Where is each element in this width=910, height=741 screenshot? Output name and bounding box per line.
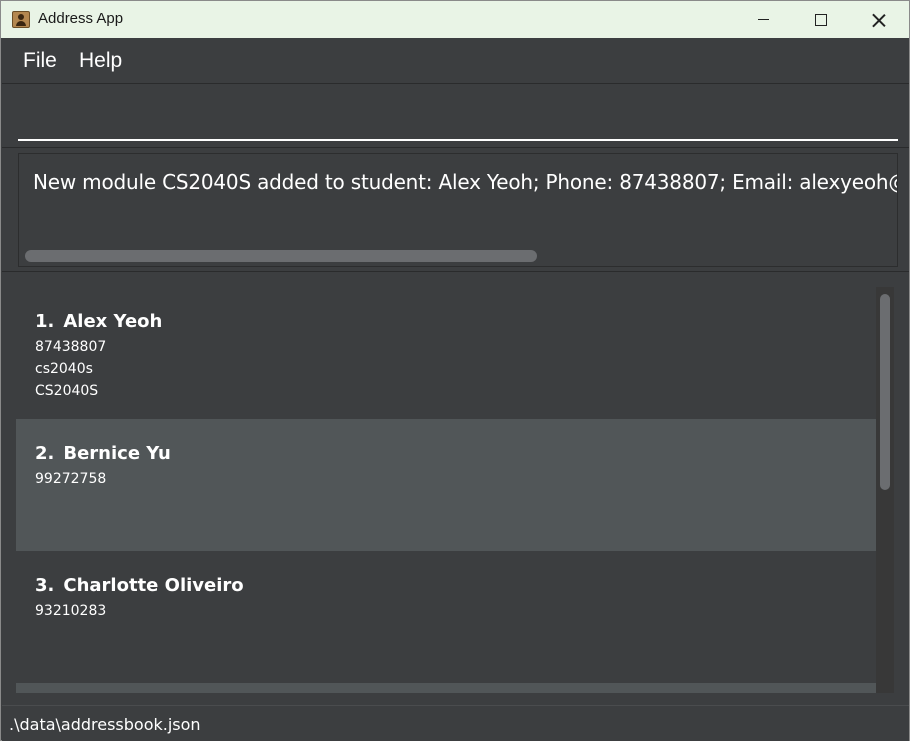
person-index: 1. [35,311,55,332]
maximize-button[interactable] [792,1,850,38]
horizontal-scrollbar[interactable] [25,250,537,262]
app-window: Address App File Help New module CS2040S… [0,0,910,741]
menu-bar: File Help [2,38,909,84]
person-module: CS2040S [35,383,99,399]
person-list: 1. Alex Yeoh 87438807 cs2040s CS2040S 2. B… [16,287,894,693]
minimize-icon [757,19,769,20]
person-card-selected[interactable]: 2. Bernice Yu 99272758 [16,419,876,551]
save-file-path: .\data\addressbook.json [9,715,201,734]
person-name-row: 3. Charlotte Oliveiro [35,575,244,596]
person-name-row: 1. Alex Yeoh [35,311,162,332]
close-icon [872,13,886,27]
minimize-button[interactable] [734,1,792,38]
person-card-partial[interactable] [16,683,876,693]
person-name-row: 2. Bernice Yu [35,443,171,464]
close-button[interactable] [850,1,908,38]
vertical-scrollbar-thumb[interactable] [880,294,890,490]
person-phone: 99272758 [35,471,107,487]
person-index: 3. [35,575,55,596]
menu-file[interactable]: File [23,49,57,73]
person-phone: 87438807 [35,339,107,355]
window-title: Address App [38,10,124,27]
result-display[interactable]: New module CS2040S added to student: Ale… [18,153,898,267]
person-card[interactable]: 1. Alex Yeoh 87438807 cs2040s CS2040S [16,287,876,419]
person-name: Bernice Yu [63,443,171,464]
person-name: Alex Yeoh [63,311,163,332]
title-bar[interactable]: Address App [1,1,909,38]
vertical-scrollbar[interactable] [876,287,894,693]
status-bar: .\data\addressbook.json [2,705,909,741]
person-module-tag: cs2040s [35,361,93,377]
person-index: 2. [35,443,55,464]
person-card[interactable]: 3. Charlotte Oliveiro 93210283 [16,551,876,683]
result-message: New module CS2040S added to student: Ale… [33,170,898,194]
command-input[interactable] [18,99,898,141]
person-name: Charlotte Oliveiro [63,575,244,596]
address-book-icon [12,11,30,28]
person-phone: 93210283 [35,603,107,619]
result-display-panel: New module CS2040S added to student: Ale… [2,149,909,272]
menu-help[interactable]: Help [79,49,122,73]
command-box [2,85,909,148]
person-list-panel: 1. Alex Yeoh 87438807 cs2040s CS2040S 2. B… [2,273,909,704]
maximize-icon [815,13,827,26]
